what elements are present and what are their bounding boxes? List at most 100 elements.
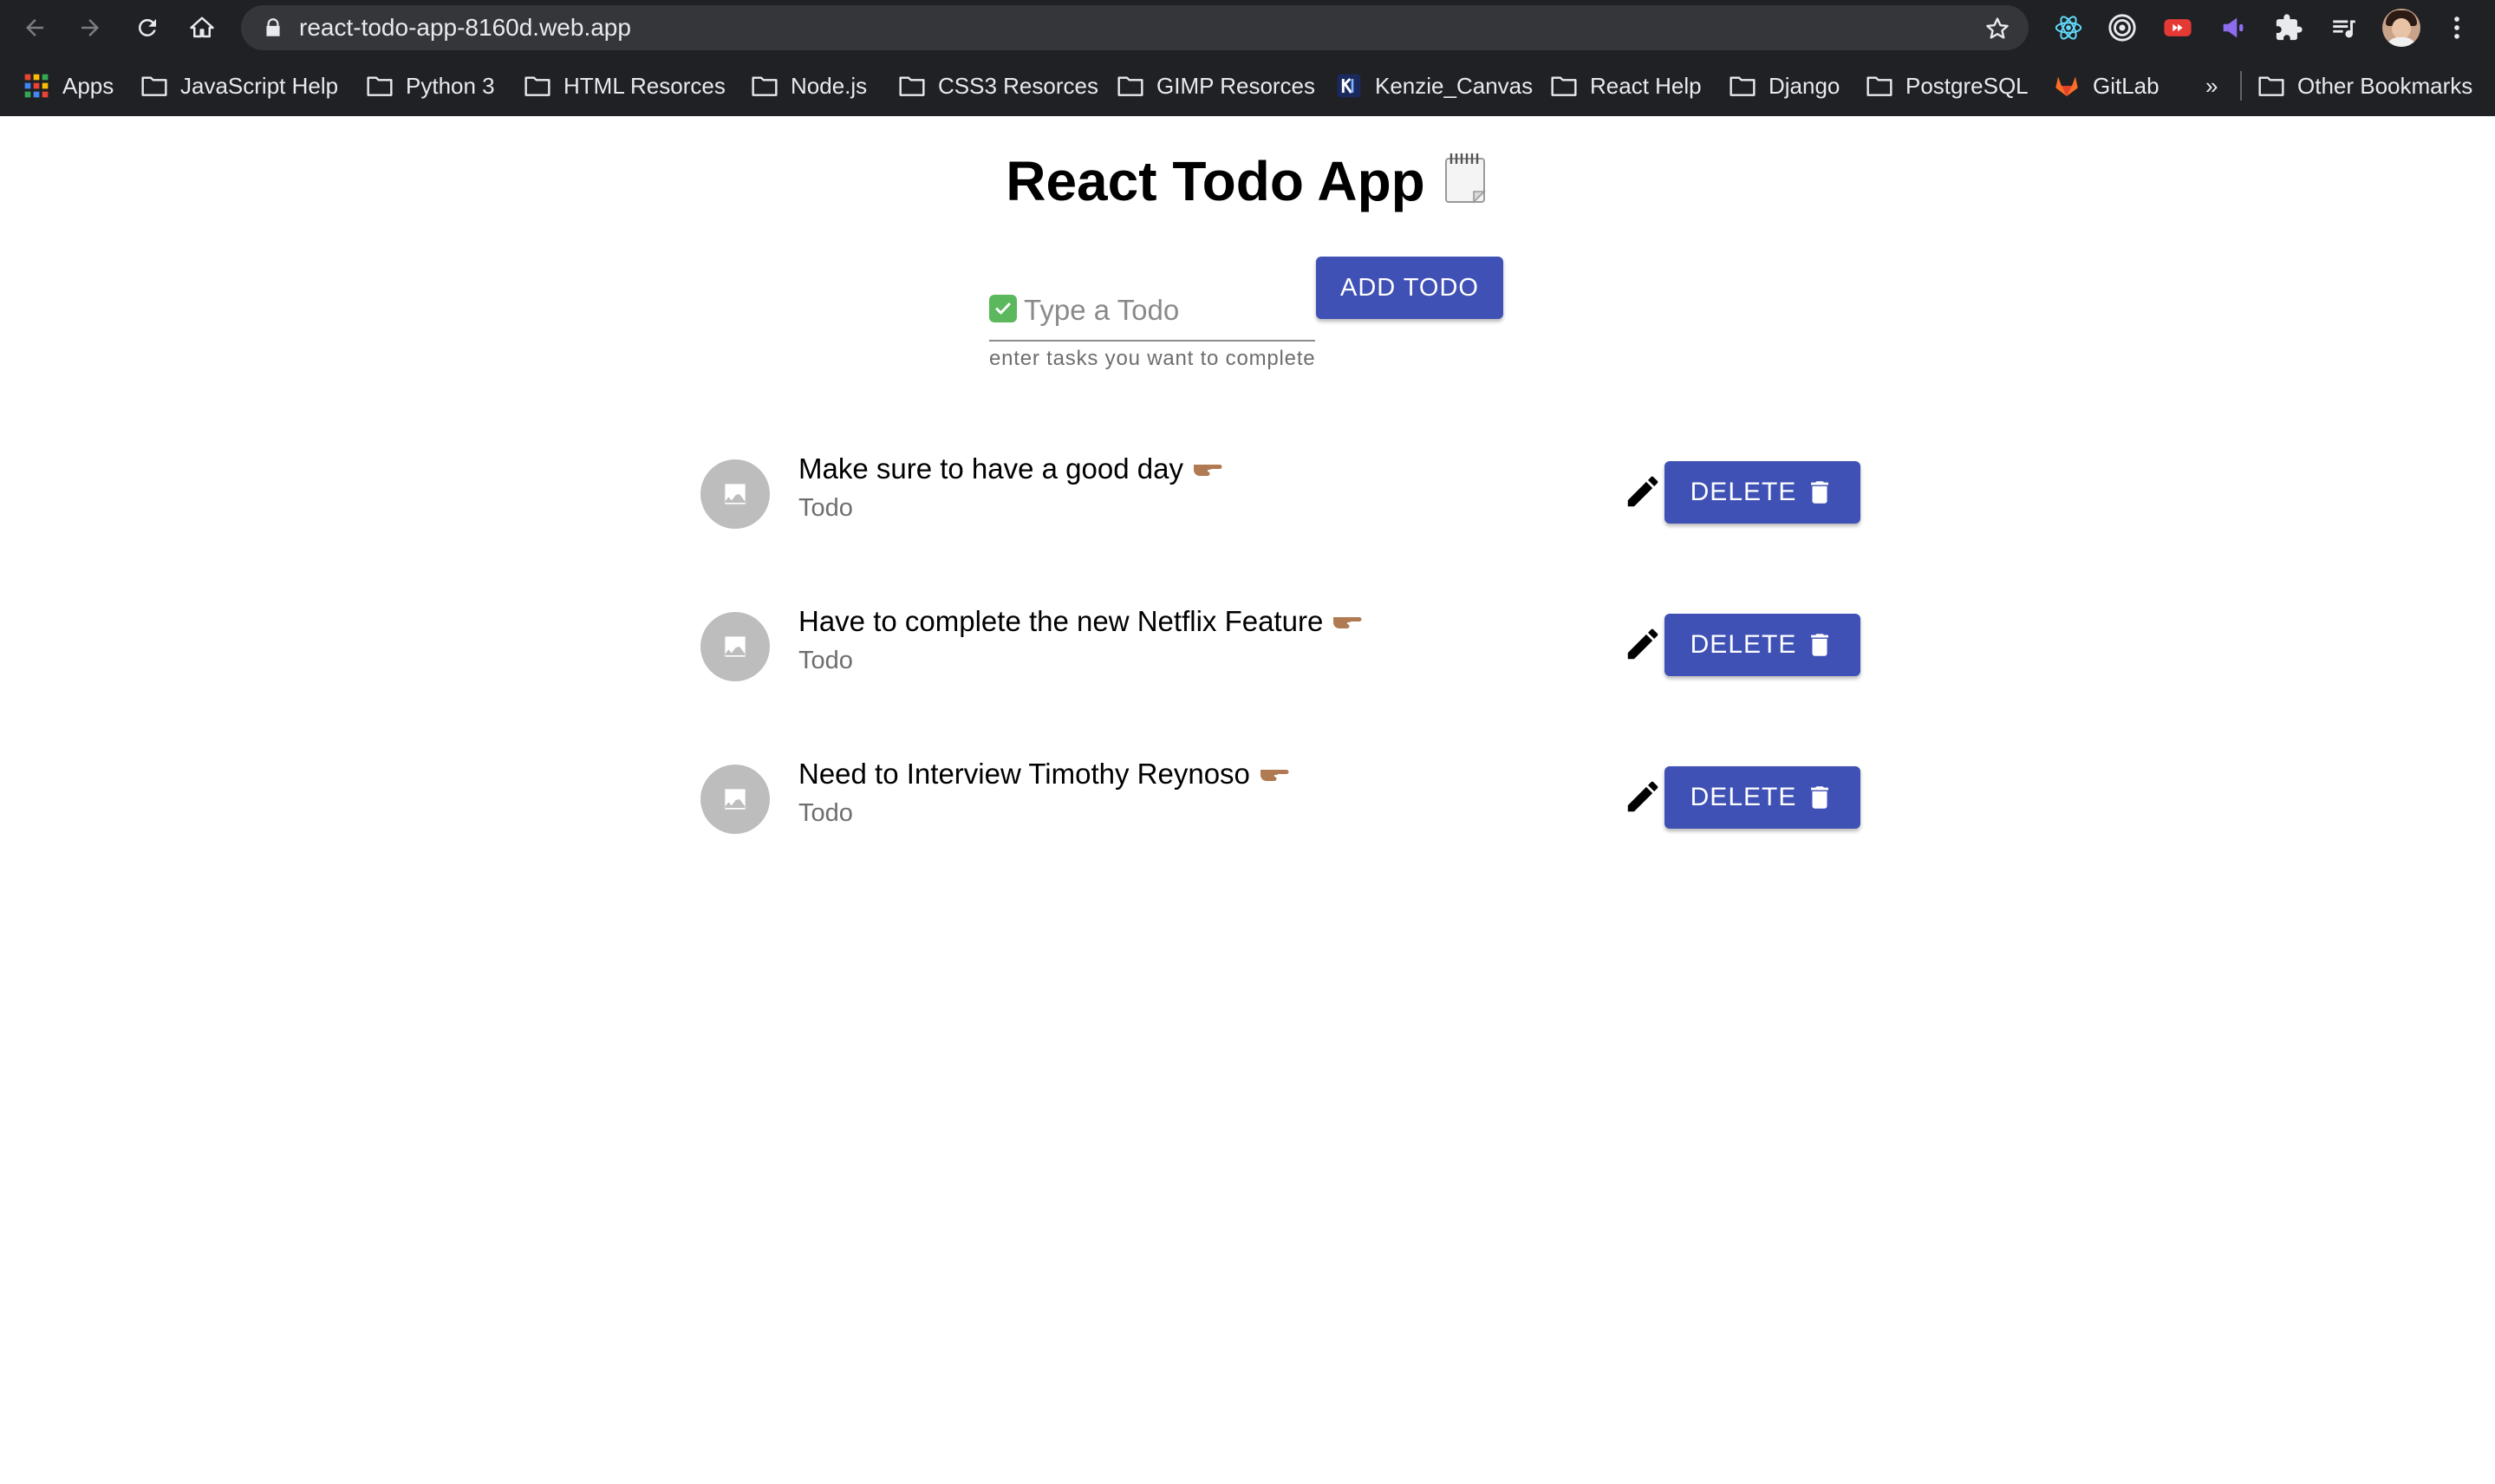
todo-list-item: Need to Interview Timothy Reynoso Todo D… xyxy=(700,745,1862,849)
home-button[interactable] xyxy=(183,9,221,47)
overflow-chevron-icon: » xyxy=(2205,72,2218,99)
bookmark-javascript-help[interactable]: JavaScript Help xyxy=(140,55,338,116)
bookmark-gitlab[interactable]: GitLab xyxy=(2053,55,2160,116)
bookmark-css3-resorces[interactable]: CSS3 Resorces xyxy=(898,55,1098,116)
bookmark-label: React Help xyxy=(1590,72,1702,99)
target-icon xyxy=(2108,14,2136,42)
bookmark-label: Django xyxy=(1769,72,1840,99)
kebab-menu-icon xyxy=(2454,16,2459,39)
folder-icon xyxy=(898,72,926,100)
folder-icon xyxy=(1550,72,1578,100)
bookmarks-bar: Apps JavaScript Help Python 3 HTML Resor… xyxy=(0,55,2495,116)
youtube-extension[interactable] xyxy=(2162,12,2193,43)
bookmark-label: CSS3 Resorces xyxy=(938,72,1098,99)
bookmark-django[interactable]: Django xyxy=(1729,55,1840,116)
bookmark-label: Other Bookmarks xyxy=(2297,72,2473,99)
extensions-button[interactable] xyxy=(2273,12,2304,43)
todo-list-item: Have to complete the new Netflix Feature… xyxy=(700,593,1862,697)
bookmarks-overflow-button[interactable]: » xyxy=(2205,55,2218,116)
reload-button[interactable] xyxy=(128,9,166,47)
react-icon xyxy=(2055,16,2082,40)
edit-pencil-icon[interactable] xyxy=(1623,624,1663,664)
todo-text: Make sure to have a good day xyxy=(798,452,1223,487)
pointing-hand-icon xyxy=(1192,454,1223,487)
arrow-right-icon xyxy=(81,19,99,36)
delete-button[interactable]: DELETE xyxy=(1664,766,1860,829)
todo-secondary-text: Todo xyxy=(798,647,853,674)
arrow-left-icon xyxy=(26,19,43,36)
apps-grid-icon xyxy=(23,72,50,100)
bookmark-label: Python 3 xyxy=(406,72,495,99)
add-todo-button[interactable]: ADD TODO xyxy=(1316,257,1503,319)
forward-button[interactable] xyxy=(71,9,109,47)
folder-icon xyxy=(1866,72,1893,100)
bookmark-nodejs[interactable]: Node.js xyxy=(751,55,867,116)
todo-secondary-text: Todo xyxy=(798,494,853,522)
delete-button[interactable]: DELETE xyxy=(1664,614,1860,676)
browser-menu-button[interactable] xyxy=(2441,12,2472,43)
bookmark-label: GitLab xyxy=(2093,72,2160,99)
reload-icon xyxy=(138,18,156,36)
bookmark-html-resorces[interactable]: HTML Resorces xyxy=(524,55,726,116)
edit-pencil-icon[interactable] xyxy=(1623,777,1663,817)
todo-text: Have to complete the new Netflix Feature xyxy=(798,605,1363,640)
folder-icon xyxy=(1729,72,1756,100)
browser-toolbar: react-todo-app-8160d.web.app xyxy=(0,0,2495,55)
todo-text-label: Need to Interview Timothy Reynoso xyxy=(798,758,1250,790)
delete-button-label: DELETE xyxy=(1690,783,1797,811)
edit-pencil-icon[interactable] xyxy=(1623,472,1663,511)
bookmark-react-help[interactable]: React Help xyxy=(1550,55,1702,116)
bookmark-label: PostgreSQL xyxy=(1905,72,2029,99)
bookmark-gimp-resorces[interactable]: GIMP Resorces xyxy=(1117,55,1315,116)
bookmark-star-icon[interactable] xyxy=(1984,15,2011,42)
url-text: react-todo-app-8160d.web.app xyxy=(299,14,631,41)
playlist-icon xyxy=(2333,20,2355,38)
lock-icon xyxy=(266,18,280,36)
bookmark-python-3[interactable]: Python 3 xyxy=(366,55,495,116)
megaphone-icon xyxy=(2223,17,2244,38)
profile-avatar[interactable] xyxy=(2382,9,2420,47)
todo-input[interactable] xyxy=(1024,288,1310,333)
todo-input-field xyxy=(989,288,1315,342)
bookmark-apps[interactable]: Apps xyxy=(23,55,114,116)
folder-icon xyxy=(524,72,551,100)
home-icon xyxy=(190,16,214,38)
back-button[interactable] xyxy=(16,9,54,47)
pointing-hand-icon xyxy=(1332,607,1363,640)
bookmark-kenzie-canvas[interactable]: Kenzie_Canvas xyxy=(1335,55,1533,116)
youtube-icon xyxy=(2164,19,2192,36)
page-title: React Todo App xyxy=(0,149,2495,218)
image-icon xyxy=(724,484,746,504)
trash-icon xyxy=(1811,786,1829,809)
target-extension[interactable] xyxy=(2107,12,2138,43)
address-bar[interactable]: react-todo-app-8160d.web.app xyxy=(241,5,2029,50)
folder-icon xyxy=(140,72,168,100)
trash-icon xyxy=(1811,634,1829,656)
audio-extension[interactable] xyxy=(2218,12,2249,43)
trash-icon xyxy=(1811,481,1829,504)
avatar xyxy=(700,459,770,529)
react-devtools-extension[interactable] xyxy=(2053,12,2084,43)
delete-button[interactable]: DELETE xyxy=(1664,461,1860,524)
pointing-hand-icon xyxy=(1259,759,1290,792)
todo-secondary-text: Todo xyxy=(798,799,853,827)
avatar xyxy=(700,765,770,834)
check-mark-icon xyxy=(989,295,1017,322)
todo-list-item: Make sure to have a good day Todo DELETE xyxy=(700,440,1862,544)
bookmark-postgresql[interactable]: PostgreSQL xyxy=(1866,55,2029,116)
reading-list-button[interactable] xyxy=(2329,12,2360,43)
bookmark-label: Node.js xyxy=(791,72,868,99)
todo-text: Need to Interview Timothy Reynoso xyxy=(798,758,1290,792)
bookmark-label: Apps xyxy=(62,72,114,99)
gitlab-icon xyxy=(2053,72,2081,100)
todo-text-label: Make sure to have a good day xyxy=(798,452,1183,485)
kenzie-icon xyxy=(1335,72,1363,100)
bookmark-other-bookmarks[interactable]: Other Bookmarks xyxy=(2257,55,2472,116)
image-icon xyxy=(724,636,746,657)
folder-icon xyxy=(751,72,778,100)
input-helper-text: enter tasks you want to complete xyxy=(989,347,1316,370)
folder-icon xyxy=(2257,72,2285,100)
bookmark-label: GIMP Resorces xyxy=(1156,72,1316,99)
page-title-text: React Todo App xyxy=(1006,150,1425,212)
spiral-notepad-icon xyxy=(1441,150,1489,218)
